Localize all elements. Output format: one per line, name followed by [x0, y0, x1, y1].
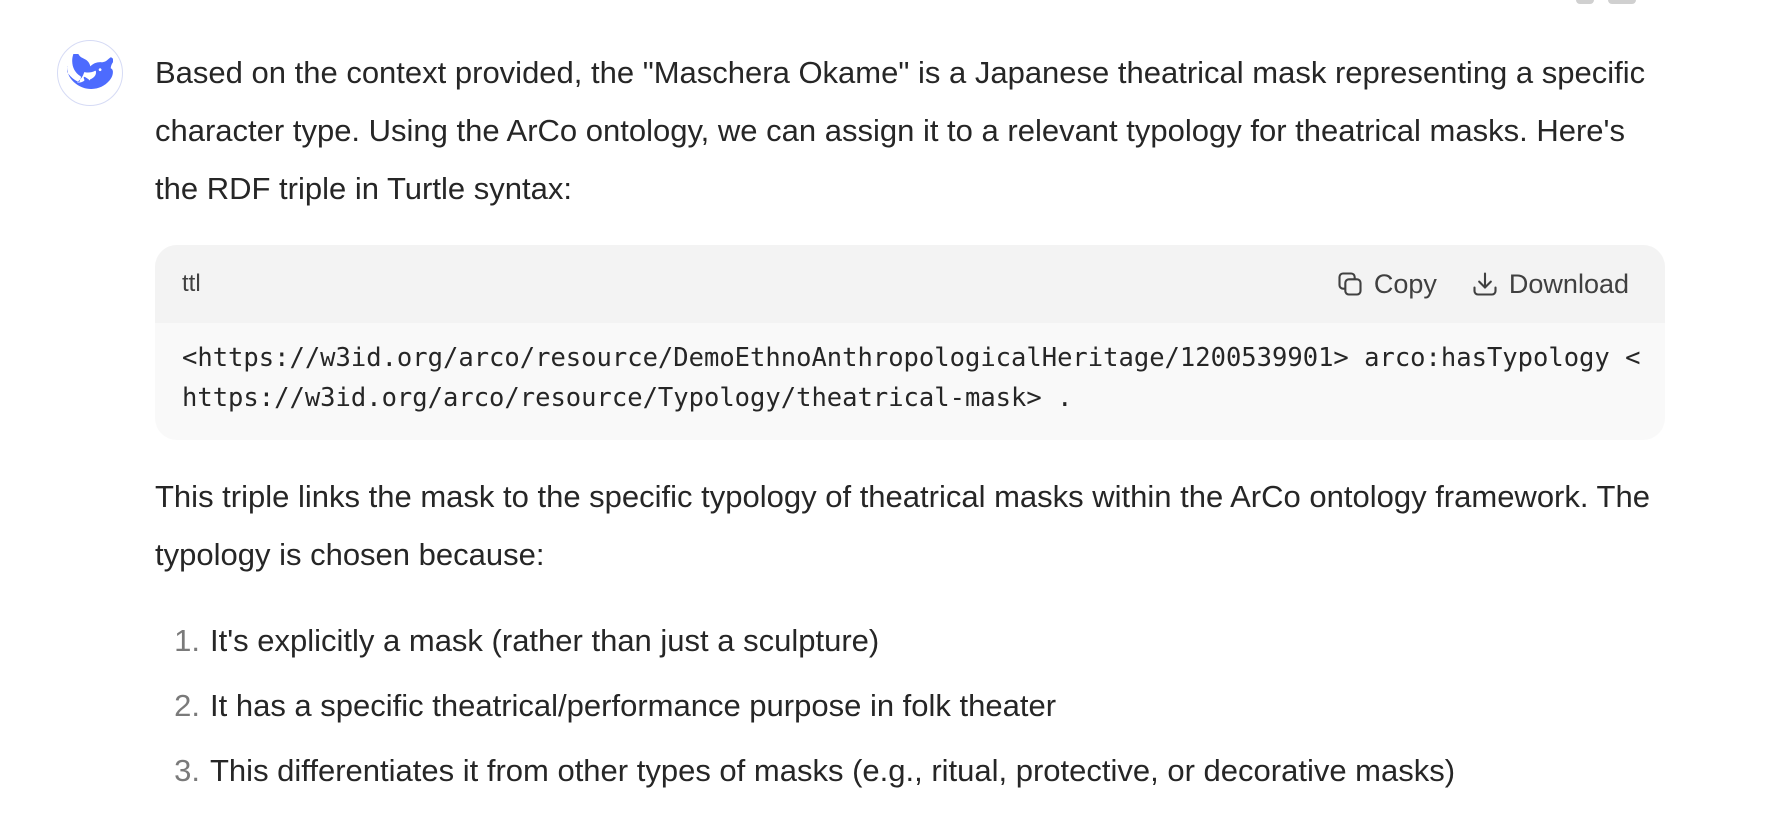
- list-item: 3. This differentiates it from other typ…: [155, 738, 1675, 803]
- assistant-message: Based on the context provided, the "Masc…: [155, 44, 1675, 803]
- code-line: <https://w3id.org/arco/resource/DemoEthn…: [182, 343, 1641, 373]
- copy-button[interactable]: Copy: [1336, 269, 1437, 300]
- list-item: 1. It's explicitly a mask (rather than j…: [155, 608, 1675, 673]
- download-label: Download: [1508, 268, 1629, 299]
- code-block-header: ttl Copy Download: [155, 245, 1665, 323]
- code-block: ttl Copy Download <https://w3id.org/arco…: [155, 245, 1665, 440]
- list-item-number: 1.: [174, 623, 200, 658]
- code-language-label: ttl: [182, 270, 201, 297]
- message-explanation: This triple links the mask to the specif…: [155, 479, 1650, 572]
- reasons-list: 1. It's explicitly a mask (rather than j…: [155, 608, 1675, 803]
- truncated-icon: [1576, 0, 1594, 4]
- list-item-text: It has a specific theatrical/performance…: [210, 688, 1057, 723]
- copy-icon: [1338, 272, 1362, 296]
- list-item-number: 2.: [174, 688, 200, 723]
- code-line: https://w3id.org/arco/resource/Typology/…: [182, 383, 1073, 413]
- code-content: <https://w3id.org/arco/resource/DemoEthn…: [155, 323, 1665, 440]
- message-intro: Based on the context provided, the "Masc…: [155, 55, 1646, 206]
- truncated-toolbar-fragment: [1576, 0, 1636, 4]
- list-item-text: This differentiates it from other types …: [210, 753, 1456, 788]
- list-item-text: It's explicitly a mask (rather than just…: [210, 623, 880, 658]
- list-item: 2. It has a specific theatrical/performa…: [155, 673, 1675, 738]
- code-actions: Copy Download: [1336, 269, 1629, 300]
- copy-label: Copy: [1373, 268, 1437, 299]
- download-icon: [1473, 272, 1497, 296]
- list-item-number: 3.: [174, 753, 200, 788]
- assistant-avatar: [57, 40, 123, 106]
- truncated-icon: [1608, 0, 1636, 4]
- download-button[interactable]: Download: [1471, 269, 1629, 300]
- whale-logo-icon: [67, 54, 113, 90]
